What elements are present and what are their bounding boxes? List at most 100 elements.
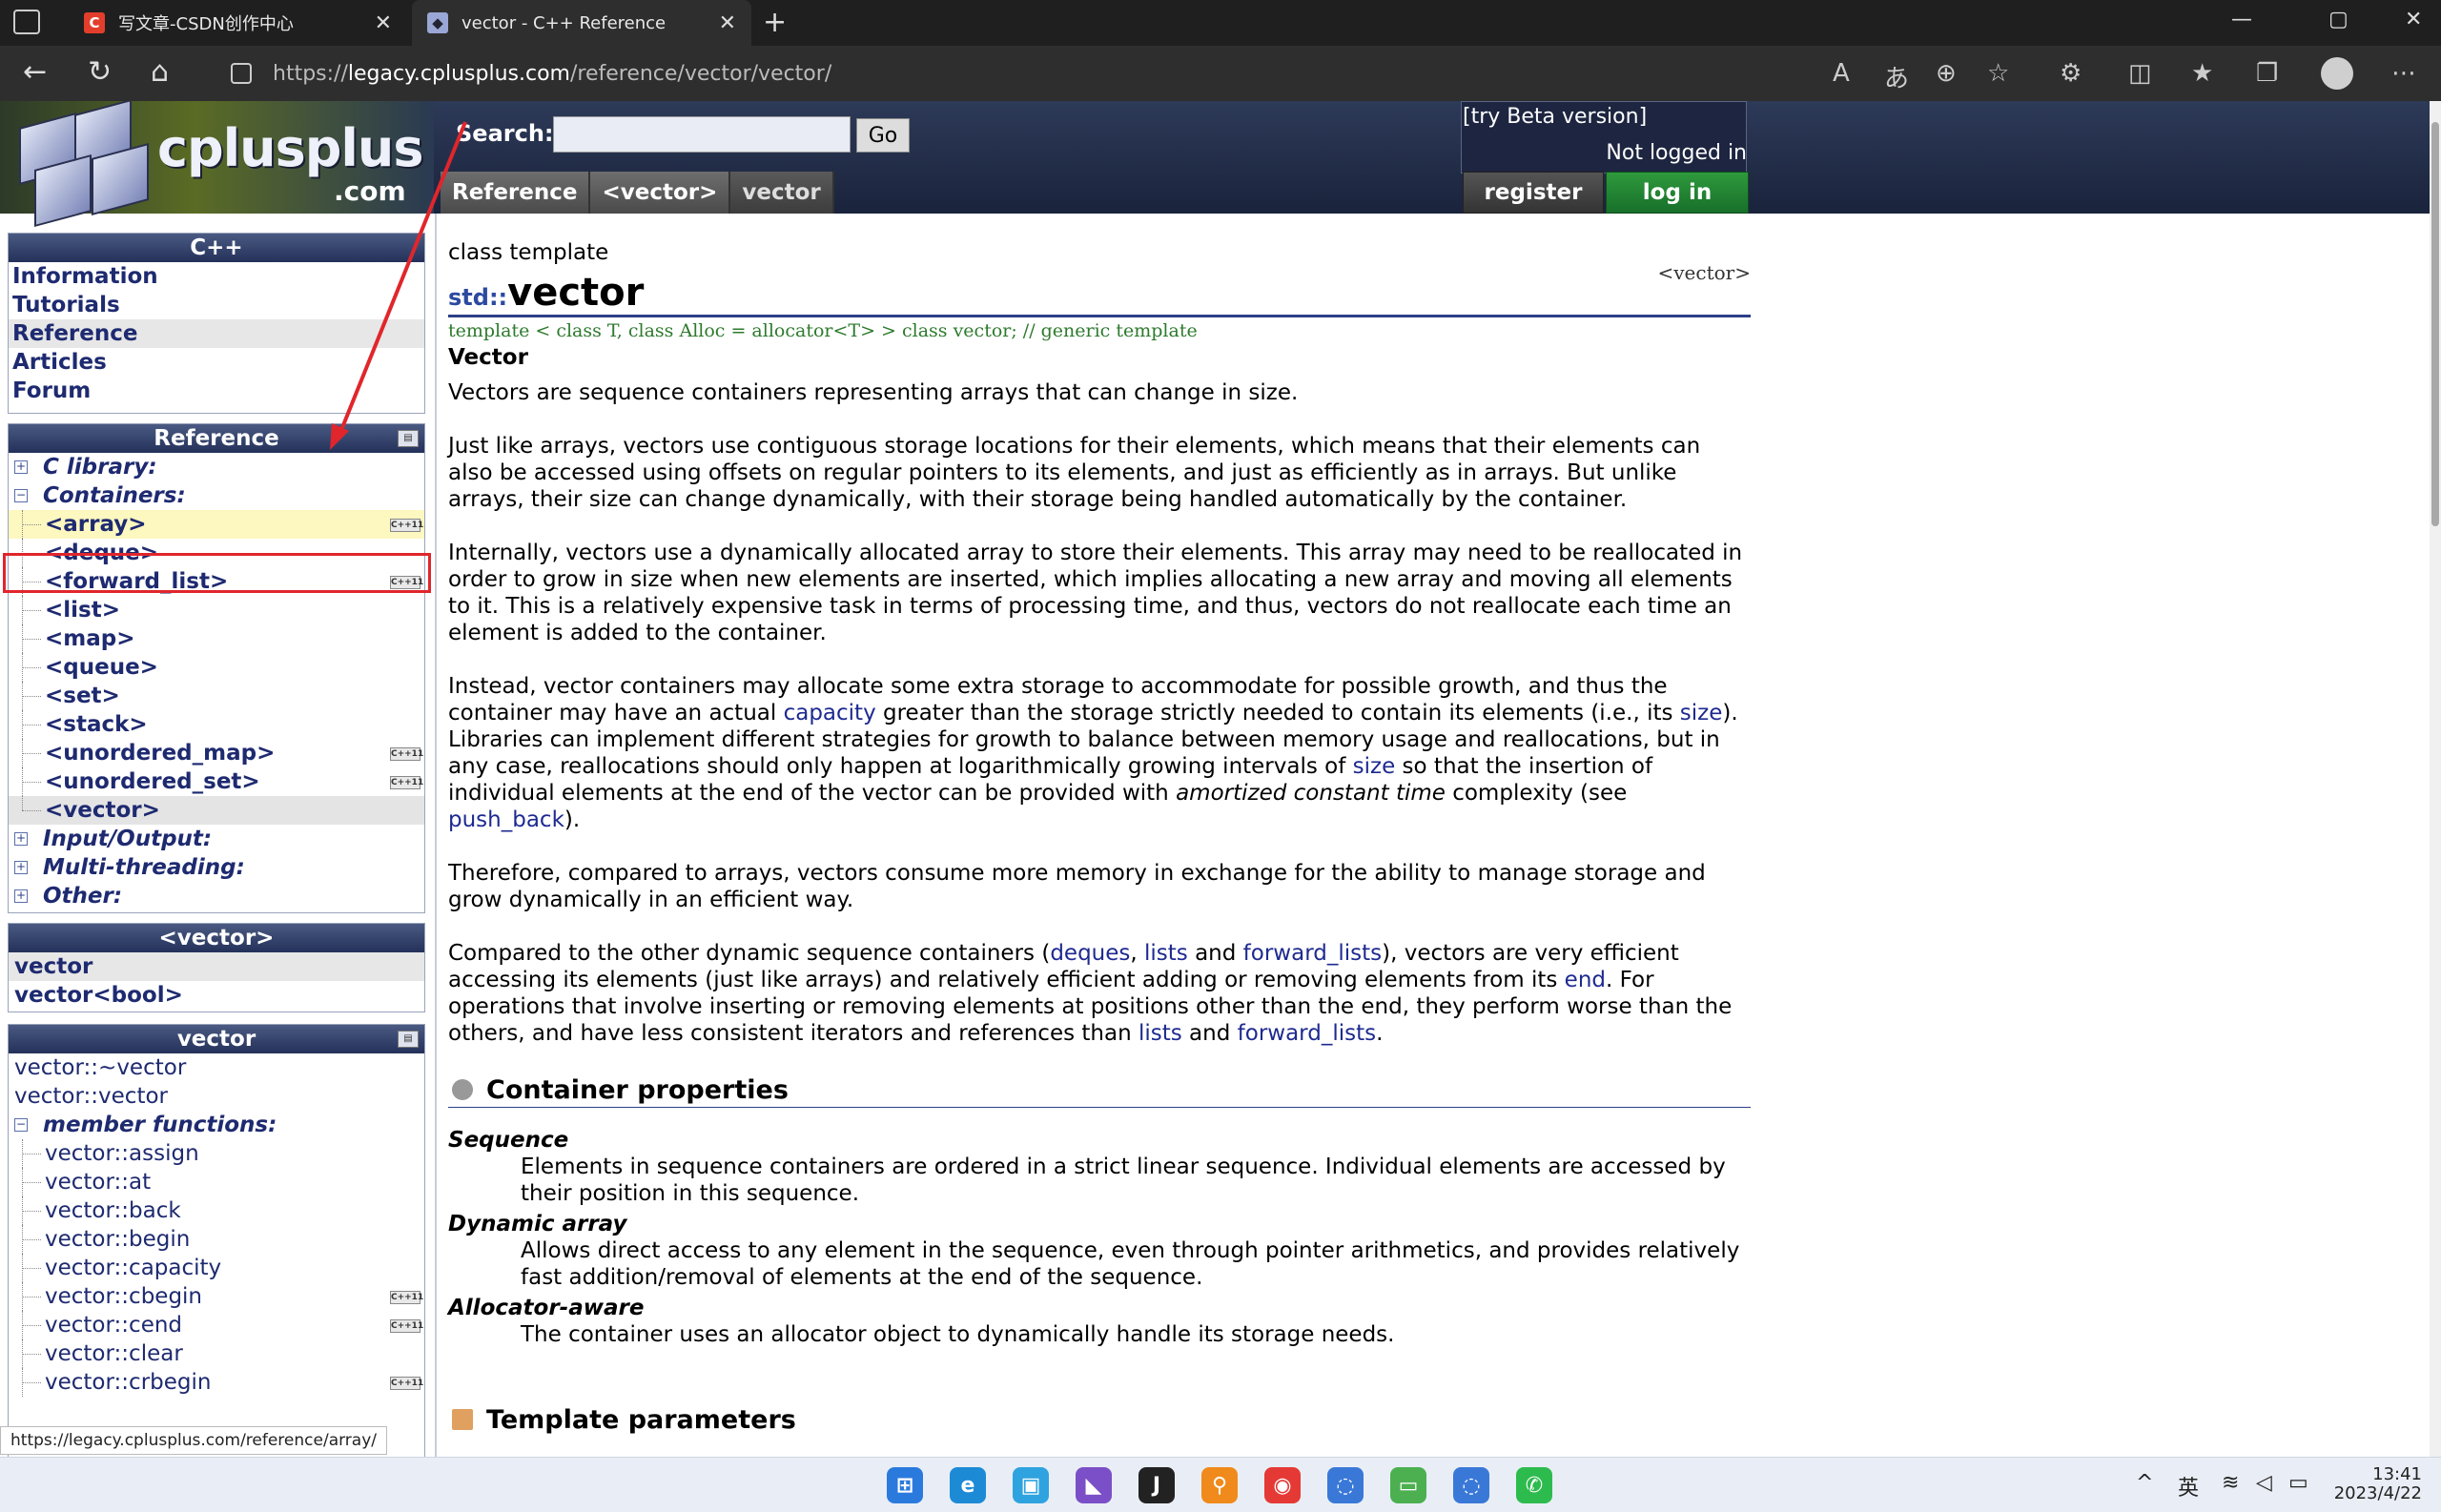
- browser-app-icon[interactable]: ◌: [1327, 1467, 1364, 1503]
- member-begin[interactable]: vector::begin: [9, 1225, 424, 1254]
- maximize-icon[interactable]: ▢: [2328, 8, 2349, 31]
- link-forward-lists[interactable]: forward_lists: [1238, 1021, 1376, 1046]
- tree-item-set[interactable]: <set>: [9, 682, 424, 710]
- lock-icon[interactable]: [231, 63, 252, 84]
- sidebar-item-articles[interactable]: Articles: [9, 348, 424, 377]
- new-tab-icon[interactable]: +: [763, 6, 787, 39]
- tree-member-functions[interactable]: − member functions:: [9, 1111, 424, 1139]
- home-icon[interactable]: ⌂: [151, 55, 169, 89]
- link-size[interactable]: size: [1353, 754, 1396, 779]
- member-back[interactable]: vector::back: [9, 1196, 424, 1225]
- tab-actions-icon[interactable]: [13, 10, 40, 34]
- collapse-icon[interactable]: −: [14, 489, 28, 502]
- split-screen-icon[interactable]: ◫: [2128, 59, 2152, 88]
- url-field[interactable]: https://legacy.cplusplus.com/reference/v…: [215, 53, 1989, 93]
- browser-app-icon[interactable]: ◌: [1453, 1467, 1489, 1503]
- tree-other[interactable]: + Other:: [9, 882, 424, 910]
- tree-view-icon[interactable]: ▤: [398, 1031, 419, 1048]
- back-icon[interactable]: ←: [23, 55, 47, 89]
- collections-icon[interactable]: ❐: [2256, 59, 2278, 88]
- sidebar-item-destructor[interactable]: vector::~vector: [9, 1053, 424, 1082]
- login-button[interactable]: log in: [1606, 172, 1749, 214]
- visual-studio-icon[interactable]: ◣: [1076, 1467, 1112, 1503]
- breadcrumb-vector-header[interactable]: <vector>: [590, 172, 731, 214]
- header-tag[interactable]: <vector>: [1658, 261, 1752, 284]
- register-button[interactable]: register: [1463, 172, 1604, 214]
- start-icon[interactable]: ⊞: [887, 1467, 923, 1503]
- netease-music-icon[interactable]: ◉: [1264, 1467, 1301, 1503]
- bilibili-icon[interactable]: ▣: [1013, 1467, 1049, 1503]
- link-lists[interactable]: lists: [1138, 1021, 1182, 1046]
- tree-view-icon[interactable]: ▤: [398, 430, 419, 447]
- search-input[interactable]: [553, 116, 851, 153]
- favorites-icon[interactable]: ★: [2191, 59, 2213, 88]
- tree-c-library[interactable]: + C library:: [9, 453, 424, 481]
- member-assign[interactable]: vector::assign: [9, 1139, 424, 1168]
- sidebar-item-information[interactable]: Information: [9, 262, 424, 291]
- tree-item-array[interactable]: <array> C++11: [9, 510, 424, 539]
- tree-containers[interactable]: − Containers:: [9, 481, 424, 510]
- member-cend[interactable]: vector::cend C++11: [9, 1311, 424, 1339]
- breadcrumb-reference[interactable]: Reference: [441, 172, 591, 214]
- read-aloud-icon[interactable]: A: [1833, 59, 1850, 88]
- collapse-icon[interactable]: −: [14, 1118, 28, 1132]
- translate-icon[interactable]: あ: [1884, 59, 1909, 94]
- member-cbegin[interactable]: vector::cbegin C++11: [9, 1282, 424, 1311]
- tree-item-unordered-map[interactable]: <unordered_map> C++11: [9, 739, 424, 767]
- minimize-icon[interactable]: —: [2231, 8, 2252, 31]
- tree-item-stack[interactable]: <stack>: [9, 710, 424, 739]
- refresh-icon[interactable]: ↻: [88, 55, 112, 89]
- edge-icon[interactable]: e: [950, 1467, 986, 1503]
- tray-chevron-icon[interactable]: ^: [2136, 1471, 2153, 1495]
- battery-icon[interactable]: ▭: [2288, 1471, 2308, 1495]
- tree-item-vector[interactable]: <vector>: [9, 796, 424, 825]
- sidebar-item-forum[interactable]: Forum: [9, 377, 424, 405]
- volume-icon[interactable]: ◁: [2256, 1471, 2272, 1495]
- window-close-icon[interactable]: ✕: [2405, 8, 2422, 31]
- extensions-icon[interactable]: ⚙: [2060, 59, 2082, 88]
- tree-input-output[interactable]: + Input/Output:: [9, 825, 424, 853]
- beta-link[interactable]: [try Beta version]: [1463, 105, 1647, 129]
- tree-item-list[interactable]: <list>: [9, 596, 424, 624]
- more-icon[interactable]: ⋯: [2391, 59, 2416, 88]
- sidebar-item-reference[interactable]: Reference: [9, 319, 424, 348]
- link-capacity[interactable]: capacity: [784, 701, 876, 725]
- search-go-button[interactable]: Go: [856, 118, 910, 153]
- add-favorite-icon[interactable]: ☆: [1987, 59, 2009, 88]
- remote-desktop-icon[interactable]: ▭: [1390, 1467, 1426, 1503]
- scrollbar-thumb[interactable]: [2431, 122, 2439, 526]
- tree-multi-threading[interactable]: + Multi-threading:: [9, 853, 424, 882]
- clock[interactable]: 13:41 2023/4/22: [2334, 1465, 2422, 1503]
- link-forward-lists[interactable]: forward_lists: [1243, 941, 1382, 966]
- link-push-back[interactable]: push_back: [448, 807, 564, 832]
- sidebar-item-tutorials[interactable]: Tutorials: [9, 291, 424, 319]
- expand-icon[interactable]: +: [14, 861, 28, 874]
- tree-item-map[interactable]: <map>: [9, 624, 424, 653]
- link-lists[interactable]: lists: [1144, 941, 1188, 966]
- site-logo[interactable]: cplusplus .com: [0, 101, 434, 228]
- expand-icon[interactable]: +: [14, 832, 28, 846]
- close-icon[interactable]: ✕: [719, 11, 736, 35]
- link-end[interactable]: end: [1565, 968, 1606, 992]
- jetbrains-icon[interactable]: J: [1138, 1467, 1175, 1503]
- wifi-icon[interactable]: ≋: [2222, 1471, 2239, 1495]
- link-deques[interactable]: deques: [1050, 941, 1130, 966]
- sidebar-item-vector[interactable]: vector: [9, 952, 424, 981]
- expand-icon[interactable]: +: [14, 460, 28, 474]
- expand-icon[interactable]: +: [14, 889, 28, 903]
- sidebar-item-vector-bool[interactable]: vector<bool>: [9, 981, 424, 1010]
- sidebar-item-constructor[interactable]: vector::vector: [9, 1082, 424, 1111]
- link-size[interactable]: size: [1680, 701, 1723, 725]
- avatar[interactable]: [2321, 57, 2353, 90]
- member-crbegin[interactable]: vector::crbegin C++11: [9, 1368, 424, 1397]
- tree-item-queue[interactable]: <queue>: [9, 653, 424, 682]
- zoom-icon[interactable]: ⊕: [1936, 59, 1957, 88]
- tree-item-unordered-set[interactable]: <unordered_set> C++11: [9, 767, 424, 796]
- search-tool-icon[interactable]: ⚲: [1201, 1467, 1238, 1503]
- close-icon[interactable]: ✕: [375, 11, 392, 35]
- tab-csdn[interactable]: C 写文章-CSDN创作中心 ✕: [69, 0, 407, 46]
- wechat-icon[interactable]: ✆: [1516, 1467, 1552, 1503]
- member-capacity[interactable]: vector::capacity: [9, 1254, 424, 1282]
- member-at[interactable]: vector::at: [9, 1168, 424, 1196]
- tab-cplusplus[interactable]: ◆ vector - C++ Reference ✕: [412, 0, 751, 46]
